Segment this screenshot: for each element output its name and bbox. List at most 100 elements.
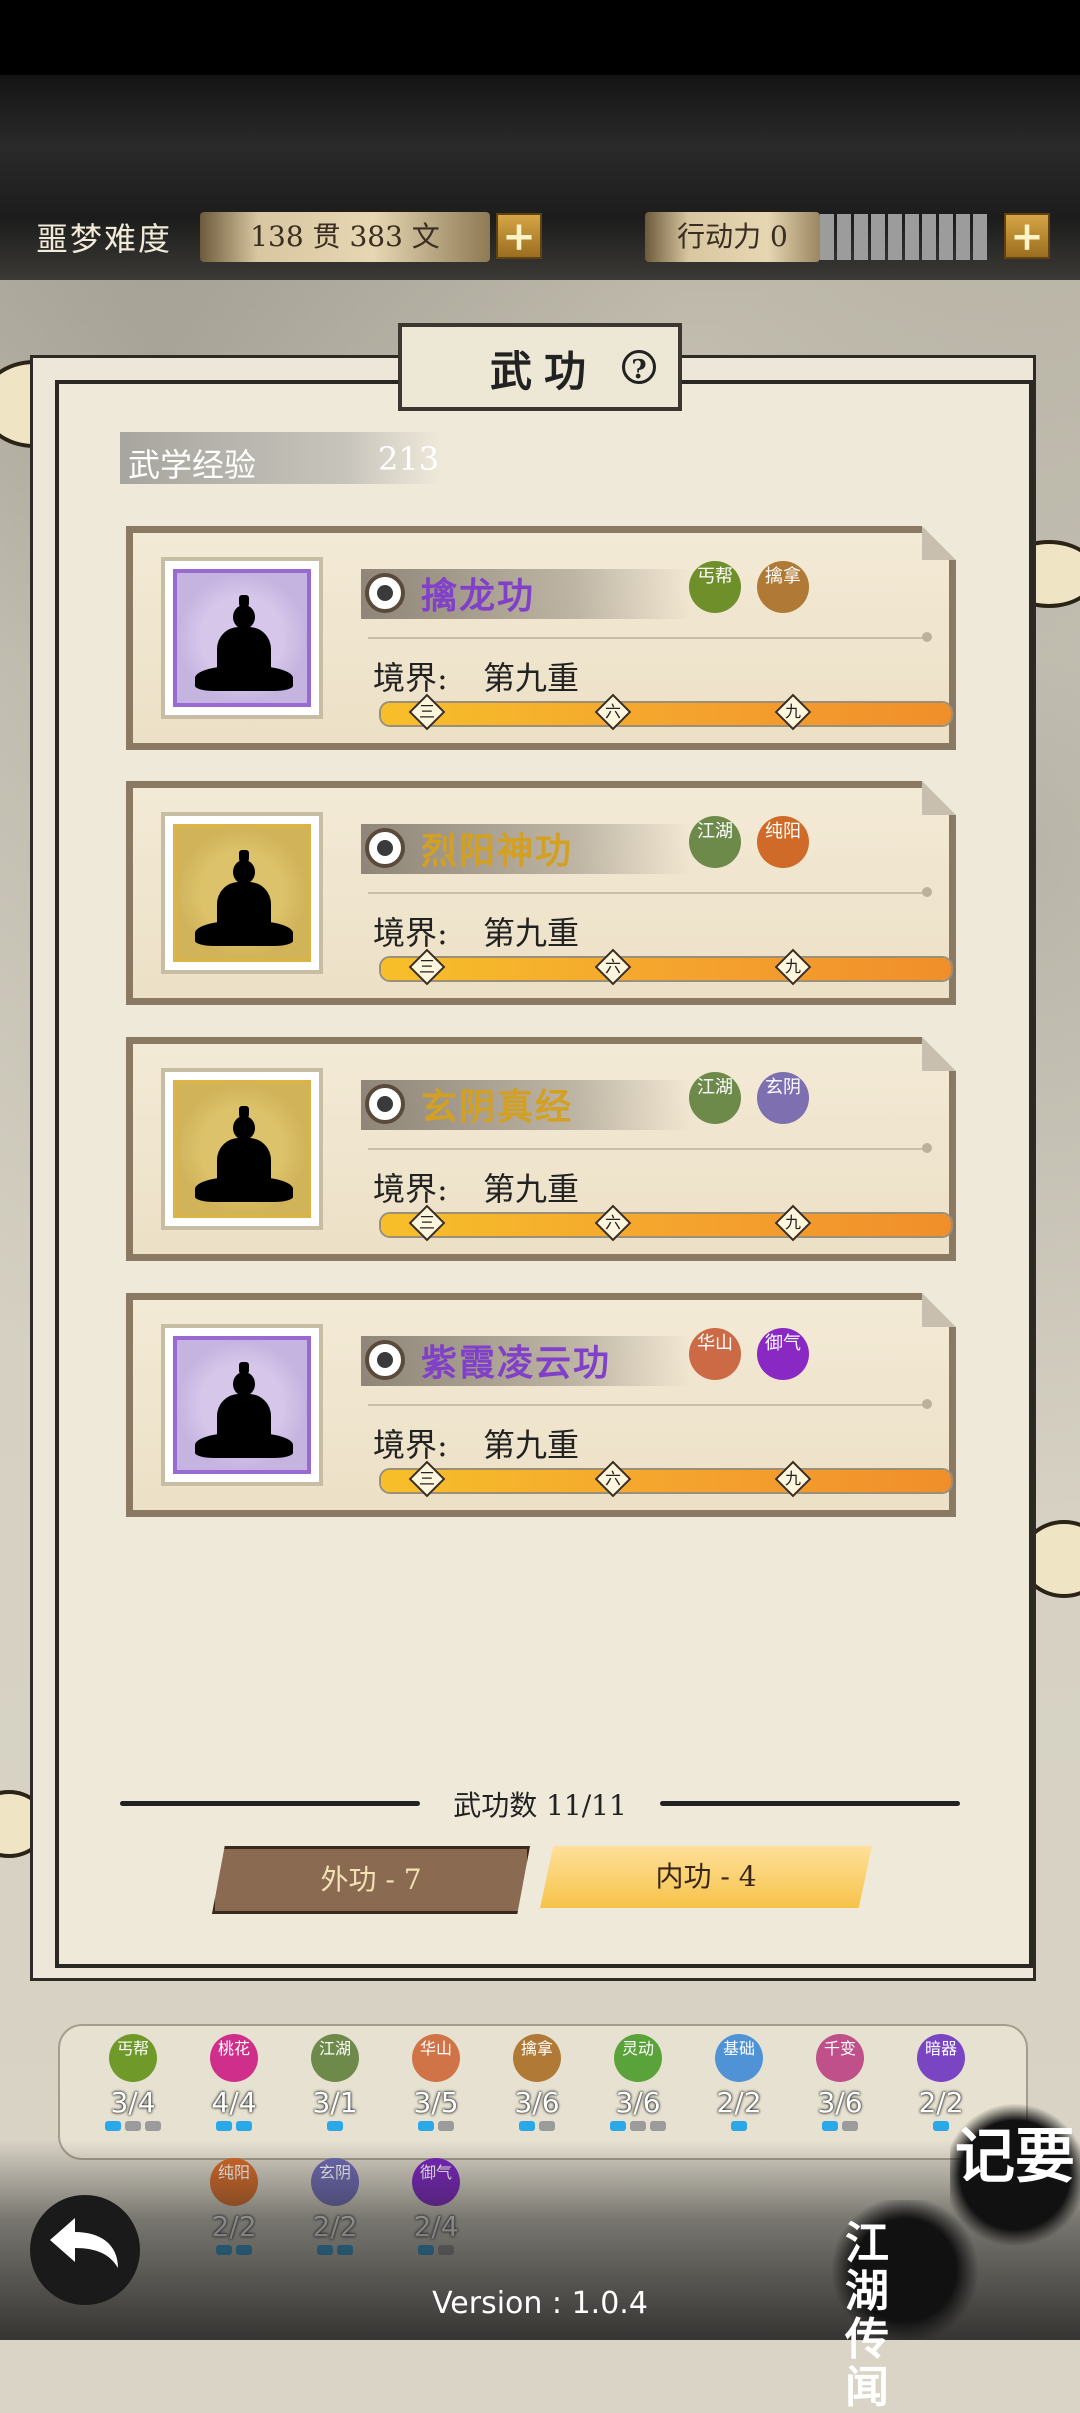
add-money-button[interactable]: +	[496, 213, 542, 259]
page-fold	[922, 526, 956, 560]
progress-marker-label: 三	[418, 1213, 435, 1232]
skill-name: 紫霞凌云功	[421, 1342, 612, 1384]
sect-pip	[842, 2121, 858, 2131]
realm-progress-fill	[381, 1470, 951, 1492]
status-bar-area	[0, 0, 1080, 75]
progress-marker-label: 三	[418, 957, 435, 976]
sect-item[interactable]: 灵动 3/6	[593, 2034, 683, 2144]
separator-dot	[922, 887, 932, 897]
tab-external-skills[interactable]: 外功 - 7	[212, 1846, 530, 1914]
realm-progress-fill	[381, 1214, 951, 1236]
separator-dot	[922, 1143, 932, 1153]
action-slot	[939, 214, 953, 260]
sect-count: 3/6	[615, 2086, 661, 2119]
skill-card[interactable]: 紫霞凌云功 华山 御气 境界: 第九重 三 六 九	[126, 1293, 956, 1517]
sect-pip	[822, 2121, 838, 2131]
page-fold	[922, 1037, 956, 1071]
sect-item[interactable]: 桃花 4/4	[189, 2034, 279, 2144]
progress-marker-label: 九	[784, 702, 801, 721]
skill-name: 玄阴真经	[421, 1086, 574, 1128]
sect-pip	[519, 2121, 535, 2131]
sect-tag: 华山	[689, 1328, 741, 1380]
sect-pip	[216, 2121, 232, 2131]
realm-progress-bar	[379, 1468, 953, 1494]
sect-tag: 擒拿	[757, 561, 809, 613]
sect-pip	[650, 2121, 666, 2131]
sect-pips	[593, 2121, 683, 2131]
skill-count: 武功数 11/11	[453, 1789, 627, 1822]
sect-count: 4/4	[211, 2086, 257, 2119]
sect-item[interactable]: 华山 3/5	[391, 2034, 481, 2144]
realm-value: 第九重	[483, 659, 580, 697]
sect-pip	[145, 2121, 161, 2131]
skill-name: 烈阳神功	[421, 830, 574, 872]
sect-icon: 灵动	[614, 2034, 662, 2082]
action-slot	[854, 214, 868, 260]
sect-tag: 纯阳	[757, 816, 809, 868]
sect-icon: 暗器	[917, 2034, 965, 2082]
sect-icon: 丐帮	[109, 2034, 157, 2082]
page-fold	[922, 1293, 956, 1327]
skill-type-icon	[365, 573, 405, 613]
separator-line	[368, 637, 928, 639]
skill-portrait	[161, 1068, 323, 1230]
action-slot	[905, 214, 919, 260]
realm-value: 第九重	[483, 914, 580, 952]
action-points-display: 行动力 0	[645, 212, 820, 262]
skill-portrait	[161, 812, 323, 974]
sect-item[interactable]: 基础 2/2	[694, 2034, 784, 2144]
sect-item[interactable]: 丐帮 3/4	[88, 2034, 178, 2144]
sect-item[interactable]: 擒拿 3/6	[492, 2034, 582, 2144]
realm-label: 境界:	[373, 914, 448, 952]
action-slot	[973, 214, 987, 260]
page-title: 武功	[490, 347, 599, 396]
sect-count: 3/4	[110, 2086, 156, 2119]
progress-marker-label: 九	[784, 1469, 801, 1488]
sect-icon: 擒拿	[513, 2034, 561, 2082]
realm-value: 第九重	[483, 1426, 580, 1464]
tab-internal-skills[interactable]: 内功 - 4	[540, 1846, 872, 1908]
realm-label: 境界:	[373, 659, 448, 697]
sect-pip	[731, 2121, 747, 2131]
progress-marker-label: 三	[418, 1469, 435, 1488]
sect-count: 3/5	[413, 2086, 459, 2119]
sect-pip	[630, 2121, 646, 2131]
sect-pips	[795, 2121, 885, 2131]
sect-count: 3/6	[514, 2086, 560, 2119]
sect-tag: 御气	[757, 1328, 809, 1380]
skill-type-icon	[365, 1084, 405, 1124]
sect-count: 3/1	[312, 2086, 358, 2119]
help-icon[interactable]: ?	[622, 350, 656, 385]
sect-tag: 玄阴	[757, 1072, 809, 1124]
sect-icon: 桃花	[210, 2034, 258, 2082]
skill-card[interactable]: 玄阴真经 江湖 玄阴 境界: 第九重 三 六 九	[126, 1037, 956, 1261]
sect-pip	[610, 2121, 626, 2131]
skill-type-icon	[365, 1340, 405, 1380]
progress-marker-label: 九	[784, 1213, 801, 1232]
skill-card[interactable]: 擒龙功 丐帮 擒拿 境界: 第九重 三 六 九	[126, 526, 956, 750]
separator-line	[368, 892, 928, 894]
add-action-points-button[interactable]: +	[1004, 213, 1050, 259]
experience-label: 武学经验	[128, 446, 257, 484]
meditating-figure-icon	[173, 824, 311, 962]
skill-card[interactable]: 烈阳神功 江湖 纯阳 境界: 第九重 三 六 九	[126, 781, 956, 1005]
skill-type-icon	[365, 828, 405, 868]
action-slot	[888, 214, 902, 260]
sect-pips	[391, 2121, 481, 2131]
back-arrow-icon	[50, 2218, 118, 2268]
sect-item[interactable]: 千变 3/6	[795, 2034, 885, 2144]
money-display: 138 贯 383 文	[200, 212, 490, 262]
sect-tag: 丐帮	[689, 561, 741, 613]
sect-count: 3/6	[817, 2086, 863, 2119]
sect-pips	[189, 2121, 279, 2131]
realm-value: 第九重	[483, 1170, 580, 1208]
skill-name: 擒龙功	[421, 575, 536, 617]
notes-label: 记要	[955, 2122, 1075, 2192]
sect-pip	[236, 2121, 252, 2131]
realm-progress-bar	[379, 1212, 953, 1238]
skill-portrait	[161, 1324, 323, 1486]
sect-pips	[88, 2121, 178, 2131]
sect-item[interactable]: 江湖 3/1	[290, 2034, 380, 2144]
progress-marker-label: 六	[604, 957, 621, 976]
separator-dot	[922, 632, 932, 642]
